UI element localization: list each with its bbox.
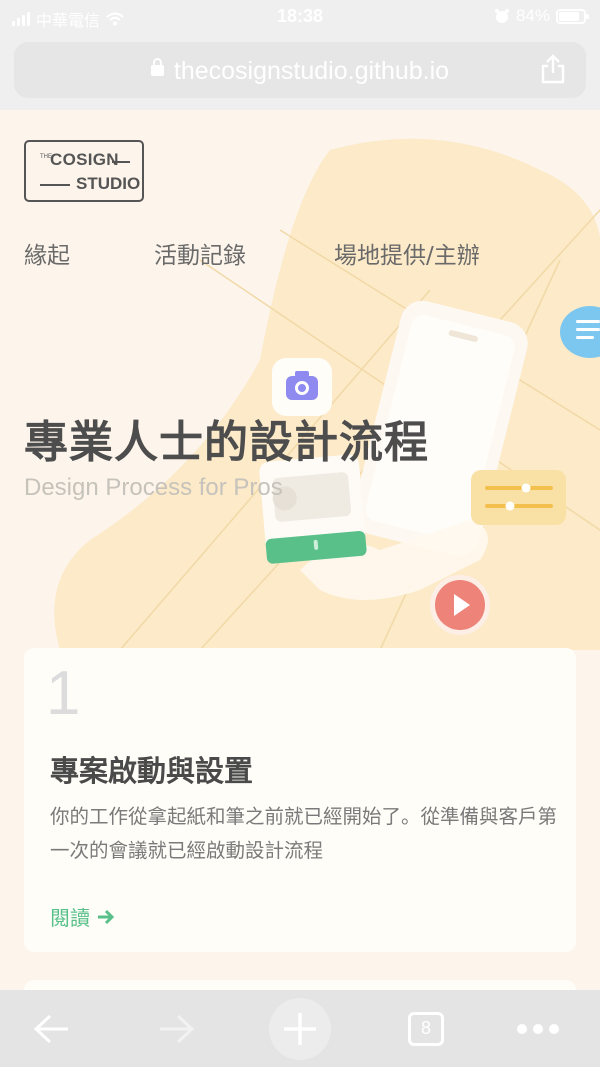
play-button-illustration — [430, 575, 490, 635]
sliders-icon — [471, 470, 566, 525]
process-card[interactable]: 1 專案啟動與設置 你的工作從拿起紙和筆之前就已經開始了。從準備與客戶第一次的會… — [24, 648, 576, 952]
plus-icon — [284, 1012, 316, 1045]
hero-subtitle: Design Process for Pros — [24, 474, 283, 501]
logo-line2: STUDIO — [76, 174, 141, 193]
plus-circle — [269, 997, 331, 1060]
browser-address-area: thecosignstudio.github.io — [0, 34, 600, 110]
site-logo[interactable]: THE COSIGN STUDIO — [24, 140, 144, 202]
card-description: 你的工作從拿起紙和筆之前就已經開始了。從準備與客戶第一次的會議就已經啟動設計流程 — [50, 805, 558, 862]
arrow-left-icon — [33, 1014, 68, 1043]
address-bar[interactable]: thecosignstudio.github.io — [14, 42, 586, 98]
browser-toolbar: 8 — [0, 990, 600, 1067]
status-right: 84% — [494, 6, 589, 26]
more-icon — [517, 1023, 559, 1034]
nav-link-events[interactable]: 活動記錄 — [154, 236, 246, 270]
hero-title: 專業人士的設計流程 — [24, 417, 429, 468]
card-title: 專案啟動與設置 — [50, 754, 254, 788]
alarm-icon — [494, 9, 509, 23]
card-number: 1 — [46, 659, 81, 728]
url-text: thecosignstudio.github.io — [173, 57, 450, 85]
lock-icon — [150, 57, 164, 76]
logo-dash — [40, 184, 70, 186]
share-icon[interactable] — [540, 54, 566, 84]
read-more-link[interactable]: 閱讀 — [50, 902, 116, 931]
arrow-right-icon — [160, 1014, 195, 1043]
battery-level — [559, 11, 579, 21]
more-button[interactable] — [512, 990, 564, 1067]
status-bar: 中華電信 18:38 84% — [0, 0, 600, 34]
tab-count: 8 — [408, 1011, 444, 1046]
battery-icon — [556, 8, 589, 24]
tabs-button[interactable]: 8 — [404, 990, 448, 1067]
logo-dash — [112, 161, 130, 163]
battery-percent: 84% — [515, 6, 550, 25]
read-more-label: 閱讀 — [50, 906, 90, 930]
web-page: THE COSIGN STUDIO 緣起 活動記錄 場地提供/主辦 專業人士的設… — [0, 110, 600, 990]
process-card-next[interactable] — [24, 980, 576, 990]
nav-link-origin[interactable]: 緣起 — [24, 236, 70, 270]
arrow-right-icon — [98, 909, 115, 924]
url-display[interactable]: thecosignstudio.github.io — [14, 57, 586, 86]
logo-line1: COSIGN — [50, 150, 119, 169]
nav-link-venue[interactable]: 場地提供/主辦 — [334, 236, 480, 270]
back-button[interactable] — [28, 990, 76, 1067]
image-card-illustration — [259, 454, 367, 564]
new-tab-button[interactable] — [268, 990, 332, 1067]
forward-button[interactable] — [152, 990, 200, 1067]
